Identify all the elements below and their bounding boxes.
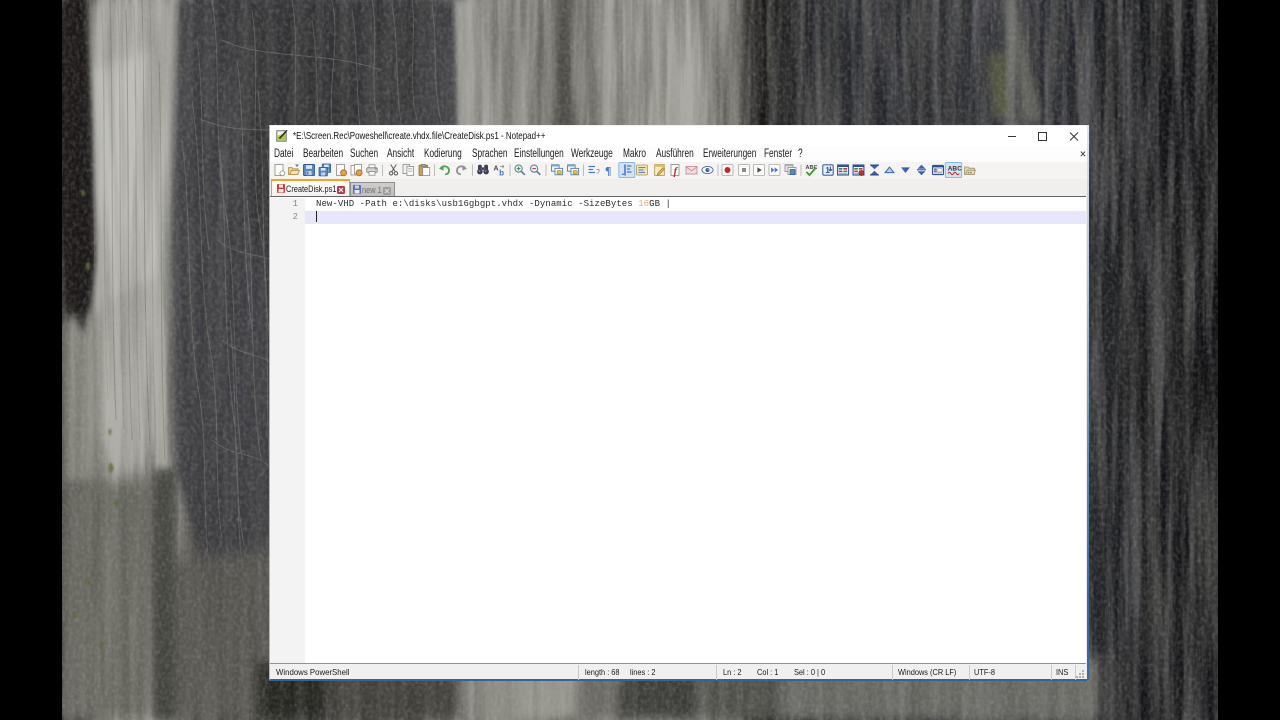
- svg-text:¶: ¶: [605, 164, 611, 178]
- svg-text:ABC: ABC: [948, 166, 962, 173]
- svg-text:A: A: [494, 166, 499, 173]
- svg-text:b: b: [499, 169, 504, 178]
